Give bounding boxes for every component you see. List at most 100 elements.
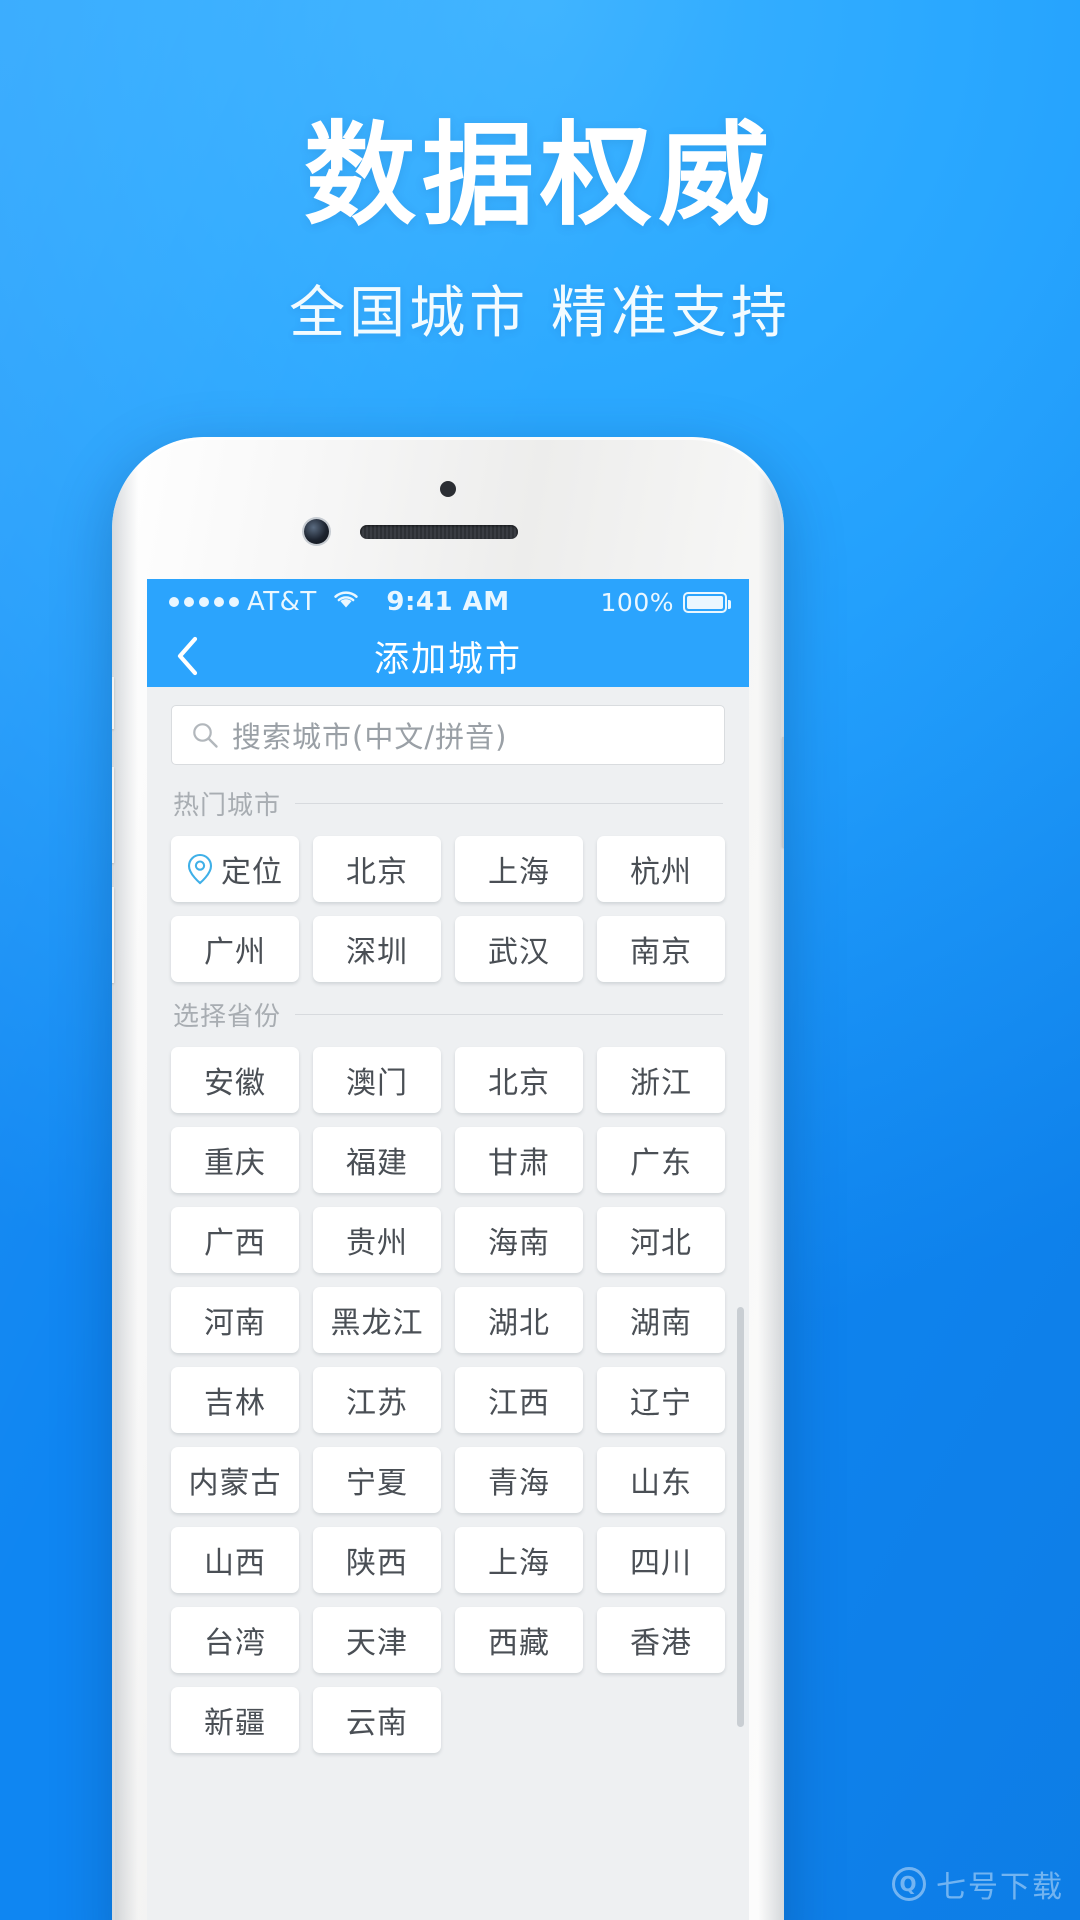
chip-label: 四川 <box>630 1546 692 1581</box>
provinces-grid: 安徽 澳门 北京 浙江重庆 福建 甘肃 广东广西 贵州 海南 河北河南 黑龙江 湖北 湖南吉林 江苏 江西 辽… <box>147 1039 749 1753</box>
province-chip-四川[interactable]: 四川 <box>597 1527 725 1593</box>
province-chip-内蒙古[interactable]: 内蒙古 <box>171 1447 299 1513</box>
power-button[interactable] <box>782 737 784 847</box>
chip-label: 北京 <box>488 1066 550 1101</box>
province-chip-山东[interactable]: 山东 <box>597 1447 725 1513</box>
province-chip-新疆[interactable]: 新疆 <box>171 1687 299 1753</box>
search-input[interactable]: 搜索城市(中文/拼音) <box>171 705 725 765</box>
search-section: 搜索城市(中文/拼音) <box>147 687 749 771</box>
chip-label: 山东 <box>630 1466 692 1501</box>
page-title: 数据权威 <box>304 111 776 241</box>
phone-body: AT&T 9:41 AM 100% 添加城市 搜索城市(中文/拼音) 热门城市 … <box>112 437 784 1920</box>
province-chip-陕西[interactable]: 陕西 <box>313 1527 441 1593</box>
chip-label: 广州 <box>204 935 266 970</box>
hot-city-chip-杭州[interactable]: 杭州 <box>597 836 725 902</box>
chip-label: 定位 <box>221 855 283 890</box>
clock-label: 9:41 AM <box>386 587 510 617</box>
hot-city-chip-定位[interactable]: 定位 <box>171 836 299 902</box>
chip-label: 浙江 <box>630 1066 692 1101</box>
chip-label: 香港 <box>630 1626 692 1661</box>
provinces-section-header: 选择省份 <box>147 982 749 1039</box>
hot-city-chip-北京[interactable]: 北京 <box>313 836 441 902</box>
province-chip-辽宁[interactable]: 辽宁 <box>597 1367 725 1433</box>
hot-city-chip-南京[interactable]: 南京 <box>597 916 725 982</box>
province-chip-河北[interactable]: 河北 <box>597 1207 725 1273</box>
status-bar-left: AT&T <box>169 587 386 617</box>
provinces-title: 选择省份 <box>173 1002 282 1032</box>
hot-cities-title: 热门城市 <box>173 791 282 821</box>
chip-label: 杭州 <box>630 855 692 890</box>
chip-label: 深圳 <box>346 935 408 970</box>
chip-label: 黑龙江 <box>330 1306 424 1341</box>
province-chip-湖南[interactable]: 湖南 <box>597 1287 725 1353</box>
location-pin-icon <box>187 853 213 885</box>
chip-label: 云南 <box>346 1706 408 1741</box>
chip-label: 北京 <box>346 855 408 890</box>
province-chip-香港[interactable]: 香港 <box>597 1607 725 1673</box>
province-chip-江西[interactable]: 江西 <box>455 1367 583 1433</box>
hot-city-chip-上海[interactable]: 上海 <box>455 836 583 902</box>
province-chip-江苏[interactable]: 江苏 <box>313 1367 441 1433</box>
chevron-left-icon <box>177 636 198 676</box>
chip-label: 上海 <box>488 855 550 890</box>
province-chip-吉林[interactable]: 吉林 <box>171 1367 299 1433</box>
battery-icon <box>683 591 731 613</box>
province-chip-浙江[interactable]: 浙江 <box>597 1047 725 1113</box>
province-chip-北京[interactable]: 北京 <box>455 1047 583 1113</box>
search-placeholder: 搜索城市(中文/拼音) <box>232 720 508 754</box>
volume-up-button[interactable] <box>112 767 114 863</box>
chip-label: 海南 <box>488 1226 550 1261</box>
chip-label: 吉林 <box>204 1386 266 1421</box>
province-chip-宁夏[interactable]: 宁夏 <box>313 1447 441 1513</box>
chip-label: 河南 <box>204 1306 266 1341</box>
province-chip-澳门[interactable]: 澳门 <box>313 1047 441 1113</box>
vertical-scrollbar[interactable] <box>737 1307 744 1727</box>
screen-title: 添加城市 <box>373 639 522 680</box>
province-chip-河南[interactable]: 河南 <box>171 1287 299 1353</box>
phone-screen: AT&T 9:41 AM 100% 添加城市 搜索城市(中文/拼音) 热门城市 … <box>147 579 749 1920</box>
province-chip-福建[interactable]: 福建 <box>313 1127 441 1193</box>
hot-city-chip-深圳[interactable]: 深圳 <box>313 916 441 982</box>
chip-label: 上海 <box>488 1546 550 1581</box>
province-chip-贵州[interactable]: 贵州 <box>313 1207 441 1273</box>
province-chip-安徽[interactable]: 安徽 <box>171 1047 299 1113</box>
province-chip-海南[interactable]: 海南 <box>455 1207 583 1273</box>
chip-label: 天津 <box>346 1626 408 1661</box>
chip-label: 湖南 <box>630 1306 692 1341</box>
province-chip-山西[interactable]: 山西 <box>171 1527 299 1593</box>
app-navigation-bar: 添加城市 <box>147 625 749 687</box>
province-chip-甘肃[interactable]: 甘肃 <box>455 1127 583 1193</box>
province-chip-青海[interactable]: 青海 <box>455 1447 583 1513</box>
province-chip-湖北[interactable]: 湖北 <box>455 1287 583 1353</box>
earpiece-speaker-icon <box>360 525 518 539</box>
search-icon <box>193 723 218 748</box>
chip-label: 广西 <box>204 1226 266 1261</box>
hot-city-chip-武汉[interactable]: 武汉 <box>455 916 583 982</box>
province-chip-台湾[interactable]: 台湾 <box>171 1607 299 1673</box>
back-button[interactable] <box>167 636 207 676</box>
chip-label: 西藏 <box>488 1626 550 1661</box>
wifi-icon <box>331 587 361 617</box>
mute-switch-button[interactable] <box>112 677 114 729</box>
chip-label: 江苏 <box>346 1386 408 1421</box>
carrier-label: AT&T <box>247 587 317 617</box>
province-chip-天津[interactable]: 天津 <box>313 1607 441 1673</box>
battery-percent-label: 100% <box>600 587 674 617</box>
province-chip-广西[interactable]: 广西 <box>171 1207 299 1273</box>
status-bar: AT&T 9:41 AM 100% <box>147 579 749 625</box>
province-chip-黑龙江[interactable]: 黑龙江 <box>313 1287 441 1353</box>
hot-city-chip-广州[interactable]: 广州 <box>171 916 299 982</box>
hot-cities-section-header: 热门城市 <box>147 771 749 828</box>
signal-strength-icon <box>169 597 239 607</box>
province-chip-上海[interactable]: 上海 <box>455 1527 583 1593</box>
chip-label: 武汉 <box>488 935 550 970</box>
province-chip-重庆[interactable]: 重庆 <box>171 1127 299 1193</box>
chip-label: 台湾 <box>204 1626 266 1661</box>
province-chip-广东[interactable]: 广东 <box>597 1127 725 1193</box>
promo-text-block: 数据权威 全国城市 精准支持 <box>0 111 1080 349</box>
province-chip-西藏[interactable]: 西藏 <box>455 1607 583 1673</box>
volume-down-button[interactable] <box>112 887 114 983</box>
province-chip-云南[interactable]: 云南 <box>313 1687 441 1753</box>
chip-label: 福建 <box>346 1146 408 1181</box>
chip-label: 南京 <box>630 935 692 970</box>
